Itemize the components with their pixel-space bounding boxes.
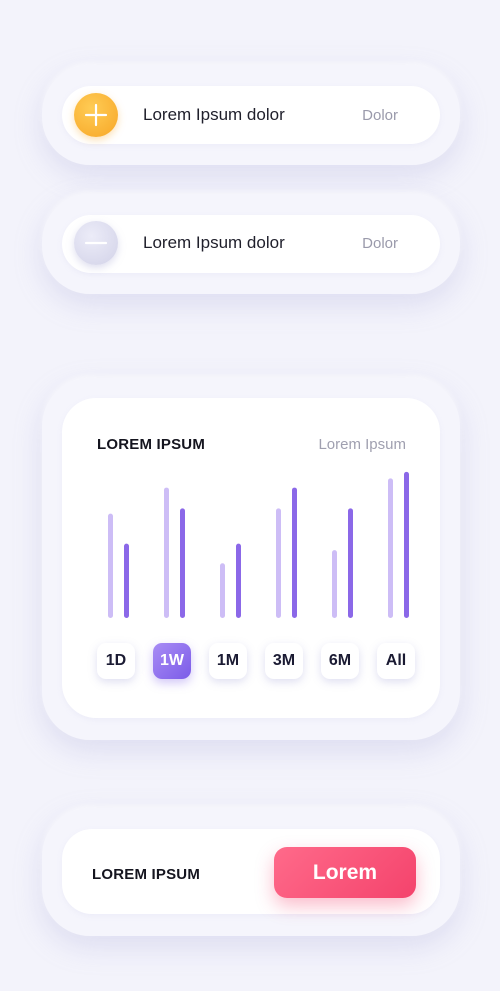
row-2-label: Lorem Ipsum dolor: [143, 233, 285, 252]
tab-6m-label: 6M: [328, 652, 352, 669]
tab-1m-label: 1M: [216, 652, 240, 669]
bar-chart: [108, 471, 409, 618]
plus-icon: [84, 103, 108, 127]
chart-bar-all-s1: [388, 478, 393, 618]
chart-bar-1d-s1: [108, 513, 113, 618]
tab-1d[interactable]: 1D: [97, 643, 135, 679]
primary-action-button[interactable]: Lorem: [274, 847, 416, 898]
chart-bar-all-s2: [404, 471, 409, 618]
chart-bar-1m-s1: [220, 563, 225, 618]
remove-button[interactable]: [74, 221, 118, 265]
chart-bar-1w-s1: [164, 487, 169, 618]
minus-icon: [84, 241, 108, 245]
tab-1m[interactable]: 1M: [209, 643, 247, 679]
chart-bar-3m-s2: [292, 487, 297, 618]
row-1-label: Lorem Ipsum dolor: [143, 105, 285, 124]
bottom-card-label: LOREM IPSUM: [92, 866, 201, 883]
tab-1w[interactable]: 1W: [153, 643, 191, 679]
tab-all-label: All: [385, 652, 407, 669]
tab-all[interactable]: All: [377, 643, 415, 679]
tab-1d-label: 1D: [105, 652, 127, 669]
tab-1w-label: 1W: [160, 652, 184, 669]
add-button[interactable]: [74, 93, 118, 137]
chart-bar-6m-s2: [348, 508, 353, 618]
chart-bar-6m-s1: [332, 550, 337, 618]
chart-bar-1d-s2: [124, 543, 129, 618]
chart-bar-1m-s2: [236, 543, 241, 618]
row-1-value: Dolor: [362, 107, 398, 124]
chart-bar-3m-s1: [276, 508, 281, 618]
tab-3m-label: 3M: [272, 652, 296, 669]
row-2-value: Dolor: [362, 235, 398, 252]
chart-bar-1w-s2: [180, 508, 185, 618]
tab-3m[interactable]: 3M: [265, 643, 303, 679]
tab-6m[interactable]: 6M: [321, 643, 359, 679]
